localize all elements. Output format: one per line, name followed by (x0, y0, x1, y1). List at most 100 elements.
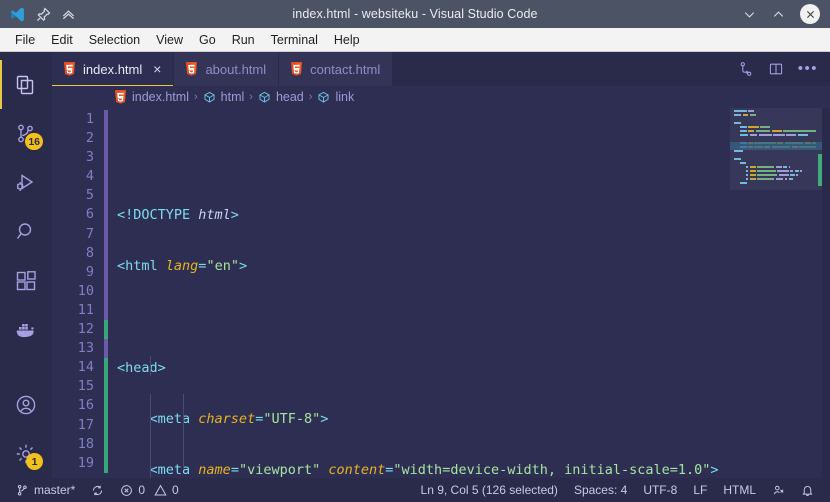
vscode-logo-icon (9, 6, 26, 23)
line-number: 19 (52, 454, 94, 473)
minimize-button[interactable] (742, 7, 757, 22)
editor-area: index.html × about.html (52, 52, 830, 478)
vscode-window: index.html - websiteku - Visual Studio C… (0, 0, 830, 502)
tab-index-html[interactable]: index.html × (52, 52, 174, 86)
sidebar-item-search[interactable] (0, 207, 52, 256)
line-number: 16 (52, 396, 94, 415)
debug-icon (14, 171, 38, 195)
sidebar-item-source-control[interactable]: 16 (0, 109, 52, 158)
html5-icon (63, 62, 76, 77)
minimap[interactable] (730, 108, 830, 478)
breadcrumb-item-html[interactable]: html (203, 90, 245, 104)
title-bar-left-icons (0, 6, 76, 23)
more-actions-button[interactable]: ••• (798, 65, 818, 73)
close-button[interactable] (800, 4, 820, 24)
editor-tabs: index.html × about.html (52, 52, 393, 86)
menu-terminal[interactable]: Terminal (263, 30, 326, 50)
search-icon (14, 220, 38, 244)
code-line-2: <html lang="en"> (117, 257, 730, 276)
line-number: 2 (52, 129, 94, 148)
line-number: 8 (52, 244, 94, 263)
maximize-button[interactable] (771, 7, 786, 22)
breadcrumb-label: index.html (132, 90, 189, 104)
menu-file[interactable]: File (7, 30, 43, 50)
line-number: 3 (52, 148, 94, 167)
breadcrumb-label: head (276, 90, 304, 104)
minimap-scrollbar[interactable] (822, 108, 830, 478)
menu-edit[interactable]: Edit (43, 30, 81, 50)
source-control-badge: 16 (25, 133, 43, 150)
status-bar-right: Ln 9, Col 5 (126 selected) Spaces: 4 UTF… (413, 478, 822, 502)
breadcrumb-item-file[interactable]: index.html (114, 90, 189, 105)
code-content[interactable]: <!DOCTYPE html> <html lang="en"> <head> … (108, 108, 730, 478)
status-notifications[interactable] (793, 478, 822, 502)
sidebar-item-explorer[interactable] (0, 60, 52, 109)
sidebar-item-docker[interactable] (0, 305, 52, 354)
split-editor-icon[interactable] (738, 61, 754, 77)
tab-label: contact.html (310, 62, 380, 77)
menu-view[interactable]: View (148, 30, 191, 50)
status-bar: master* 0 0 Ln 9, Col 5 (126 selected) S… (0, 478, 830, 502)
minimap-viewport-slider[interactable] (730, 108, 822, 190)
breadcrumb-item-link[interactable]: link (317, 90, 354, 104)
window-title: index.html - websiteku - Visual Studio C… (0, 7, 830, 21)
status-cursor-position[interactable]: Ln 9, Col 5 (126 selected) (413, 478, 566, 502)
chevron-up-icon[interactable] (61, 7, 76, 22)
html5-icon (114, 90, 127, 105)
breadcrumb-item-head[interactable]: head (258, 90, 304, 104)
sidebar-item-run-and-debug[interactable] (0, 158, 52, 207)
code-editor[interactable]: 1 2 3 4 5 6 7 8 9 10 11 12 13 14 15 16 1 (52, 108, 830, 478)
tab-close-button[interactable]: × (153, 62, 161, 76)
line-number: 15 (52, 377, 94, 396)
sidebar-item-extensions[interactable] (0, 256, 52, 305)
line-number-gutter: 1 2 3 4 5 6 7 8 9 10 11 12 13 14 15 16 1 (52, 108, 104, 478)
line-number: 12 (52, 320, 94, 339)
sidebar-item-manage-settings[interactable]: 1 (0, 429, 52, 478)
tab-about-html[interactable]: about.html (174, 52, 279, 86)
code-line-1: <!DOCTYPE html> (117, 206, 730, 225)
code-line-4: <head> (117, 359, 730, 378)
settings-badge: 1 (26, 453, 43, 470)
extensions-icon (14, 269, 38, 293)
status-encoding[interactable]: UTF-8 (635, 478, 685, 502)
menu-run[interactable]: Run (224, 30, 263, 50)
breadcrumb: index.html › html › head (52, 86, 830, 108)
breadcrumb-separator: › (249, 91, 253, 103)
menu-go[interactable]: Go (191, 30, 224, 50)
status-indentation[interactable]: Spaces: 4 (566, 478, 635, 502)
line-number: 18 (52, 435, 94, 454)
html5-icon (185, 62, 198, 77)
tab-label: index.html (83, 62, 142, 77)
status-branch[interactable]: master* (8, 478, 83, 502)
menu-selection[interactable]: Selection (81, 30, 148, 50)
code-line-3 (117, 308, 730, 327)
status-sync[interactable] (83, 478, 112, 502)
workbench-body: 16 (0, 52, 830, 478)
docker-icon (14, 318, 38, 342)
files-icon (14, 73, 38, 97)
status-feedback[interactable] (764, 478, 793, 502)
breadcrumb-label: link (335, 90, 354, 104)
code-line-5: <meta charset="UTF-8"> (117, 410, 730, 429)
window-controls (742, 4, 830, 24)
status-branch-label: master* (34, 483, 75, 497)
tab-contact-html[interactable]: contact.html (279, 52, 393, 86)
pin-icon[interactable] (36, 7, 51, 22)
account-icon (14, 393, 38, 417)
status-warning-count: 0 (172, 483, 179, 497)
sync-icon (91, 484, 104, 497)
menu-help[interactable]: Help (326, 30, 368, 50)
layout-panel-icon[interactable] (768, 61, 784, 77)
sidebar-item-accounts[interactable] (0, 380, 52, 429)
menu-bar: File Edit Selection View Go Run Terminal… (0, 28, 830, 52)
breadcrumb-separator: › (194, 91, 198, 103)
status-language-mode[interactable]: HTML (715, 478, 764, 502)
tab-label: about.html (205, 62, 266, 77)
line-number: 17 (52, 416, 94, 435)
status-problems[interactable]: 0 0 (112, 478, 186, 502)
breadcrumb-separator: › (309, 91, 313, 103)
line-number: 13 (52, 339, 94, 358)
status-eol[interactable]: LF (685, 478, 715, 502)
line-number: 11 (52, 301, 94, 320)
warning-icon (154, 484, 167, 497)
